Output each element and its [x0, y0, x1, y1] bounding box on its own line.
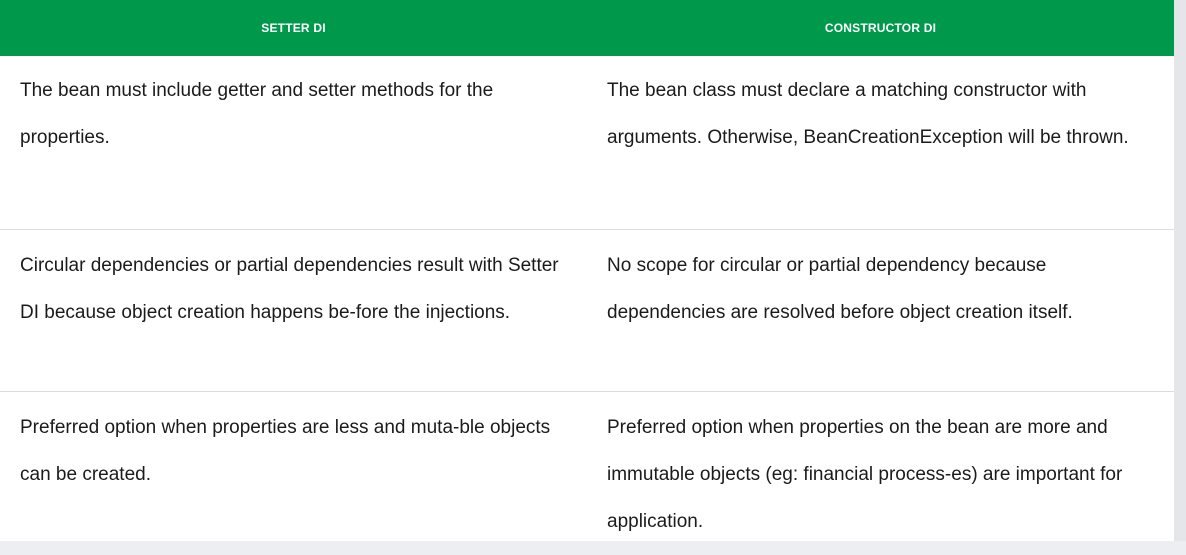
- cell-text: Circular dependencies or partial depende…: [20, 255, 559, 323]
- cell-constructor: Preferred option when properties on the …: [587, 391, 1174, 554]
- table-row: The bean must include getter and setter …: [0, 56, 1174, 230]
- cell-text: Preferred option when properties on the …: [607, 417, 1123, 532]
- header-row: SETTER DI CONSTRUCTOR DI: [0, 0, 1174, 56]
- cell-text: No scope for circular or partial depende…: [607, 255, 1073, 323]
- table-body: The bean must include getter and setter …: [0, 56, 1174, 554]
- cell-text: The bean class must declare a matching c…: [607, 80, 1129, 148]
- cell-setter: Preferred option when properties are les…: [0, 391, 587, 554]
- page-bottom-edge: [0, 541, 1186, 555]
- cell-text: The bean must include getter and setter …: [20, 80, 494, 148]
- table-row: Circular dependencies or partial depende…: [0, 229, 1174, 392]
- table-header: SETTER DI CONSTRUCTOR DI: [0, 0, 1174, 56]
- cell-text: Preferred option when properties are les…: [20, 417, 551, 485]
- page: SETTER DI CONSTRUCTOR DI The bean must i…: [0, 0, 1186, 555]
- cell-constructor: No scope for circular or partial depende…: [587, 229, 1174, 392]
- header-setter-di: SETTER DI: [0, 0, 587, 56]
- table-row: Preferred option when properties are les…: [0, 391, 1174, 554]
- comparison-table: SETTER DI CONSTRUCTOR DI The bean must i…: [0, 0, 1174, 554]
- cell-setter: The bean must include getter and setter …: [0, 56, 587, 230]
- comparison-table-container: SETTER DI CONSTRUCTOR DI The bean must i…: [0, 0, 1174, 554]
- header-constructor-di: CONSTRUCTOR DI: [587, 0, 1174, 56]
- cell-constructor: The bean class must declare a matching c…: [587, 56, 1174, 230]
- scrollbar-track[interactable]: [1174, 0, 1186, 555]
- cell-setter: Circular dependencies or partial depende…: [0, 229, 587, 392]
